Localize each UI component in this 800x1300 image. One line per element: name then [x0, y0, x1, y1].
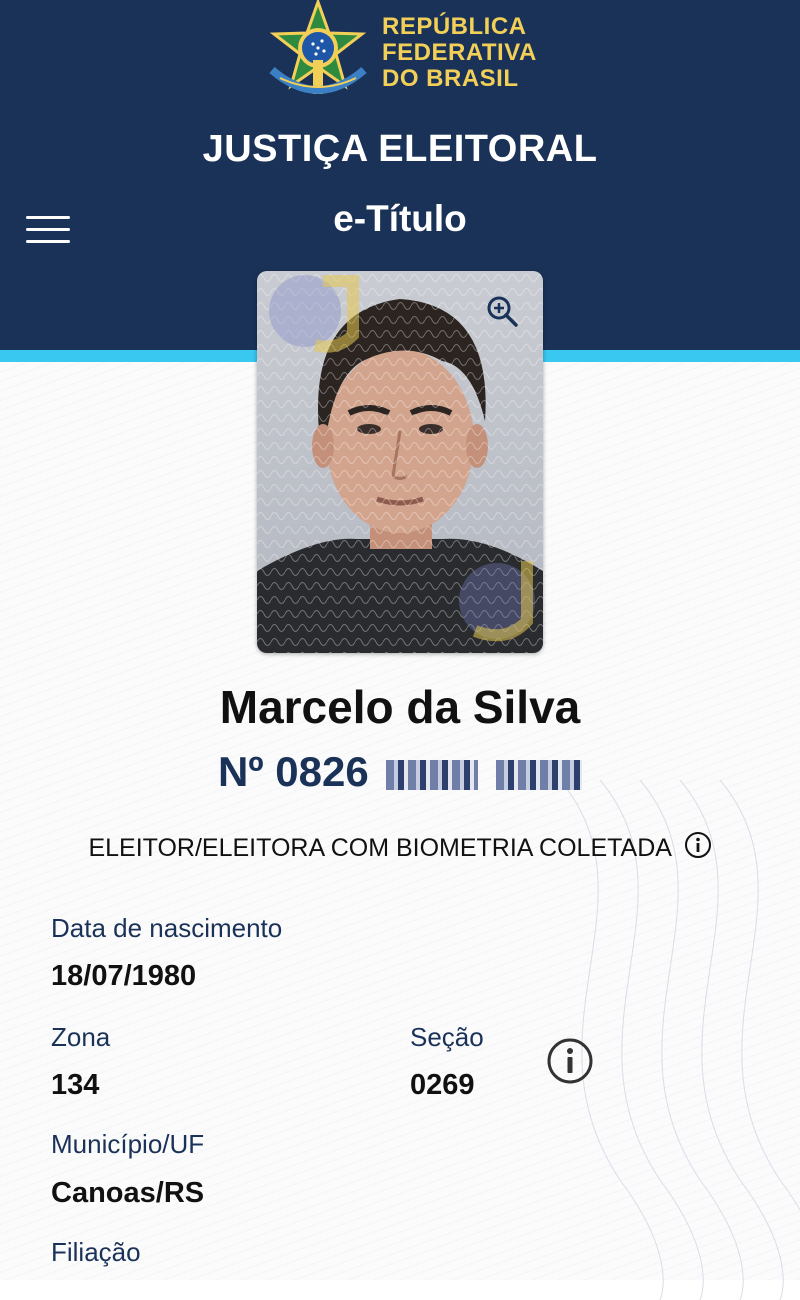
municipio-value: Canoas/RS: [51, 1177, 205, 1209]
voter-name: Marcelo da Silva: [219, 681, 581, 733]
biometry-status-text: ELEITOR/ELEITORA COM BIOMETRIA COLETADA: [88, 834, 671, 862]
info-icon[interactable]: [546, 1037, 594, 1085]
zona-label: Zona: [51, 1022, 111, 1052]
zoom-in-icon[interactable]: [485, 294, 519, 328]
secao-value: 0269: [410, 1069, 475, 1101]
voter-number-visible: Nº 0826: [217, 748, 369, 795]
voter-number: Nº 0826: [0, 748, 800, 796]
government-title: REPÚBLICA FEDERATIVA DO BRASIL: [382, 14, 582, 92]
gov-title-line-3: DO BRASIL: [382, 65, 519, 92]
app-title: e-Título: [333, 198, 467, 239]
redacted-digits-1: [386, 759, 479, 790]
biometry-status: ELEITOR/ELEITORA COM BIOMETRIA COLETADA: [0, 831, 800, 863]
gov-title-line-1: REPÚBLICA: [382, 13, 527, 40]
birth-date-value: 18/07/1980: [51, 960, 197, 992]
menu-icon[interactable]: [26, 216, 70, 246]
birth-date-label: Data de nascimento: [51, 913, 283, 943]
coat-of-arms-icon: [269, 0, 367, 94]
voter-photo[interactable]: [257, 271, 543, 653]
redacted-digits-2: [496, 759, 583, 790]
portrait-illustration: [257, 271, 543, 653]
secao-label: Seção: [410, 1022, 484, 1052]
gov-title-line-2: FEDERATIVA: [382, 39, 537, 66]
municipio-label: Município/UF: [51, 1129, 205, 1159]
agency-title: JUSTIÇA ELEITORAL: [202, 128, 598, 170]
zona-value: 134: [51, 1069, 100, 1101]
filiacao-label: Filiação: [51, 1237, 141, 1267]
info-icon[interactable]: [684, 831, 712, 859]
